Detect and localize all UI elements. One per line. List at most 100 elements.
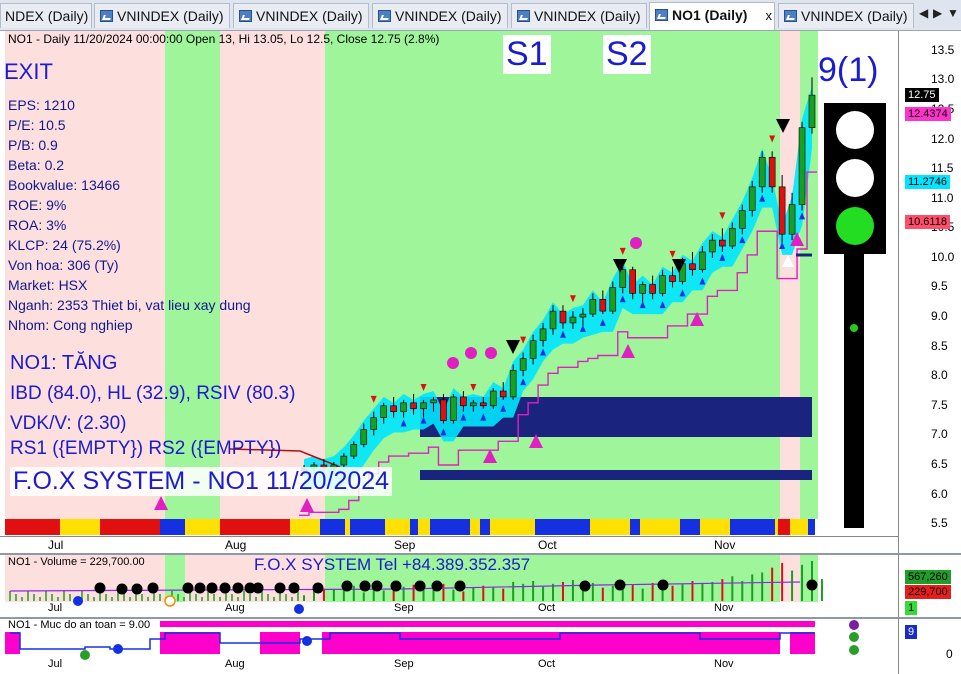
safety-header: NO1 - Muc do an toan = 9.00 [8,619,151,631]
safety-top-band [160,621,815,627]
scroll-right-icon[interactable]: ▶ [933,6,942,20]
candle-body [758,156,766,188]
candle-body [778,186,786,235]
volume-dot [341,580,353,592]
candle-body [470,402,477,407]
candle-body [420,402,427,410]
exit-label: EXIT [4,59,53,84]
support-band-lower [420,470,812,480]
status-strip-segment [790,519,808,535]
status-strip-segment [345,519,350,535]
candle-body [699,251,706,271]
safety-pane[interactable]: NO1 - Muc do an toan = 9.00 9 0 Jul Aug … [0,619,961,674]
price-tick: 9.0 [931,309,948,324]
tab-chart-5[interactable]: VNINDEX (Daily) [511,3,647,28]
price-axis: 13.513.012.512.011.511.010.510.09.59.08.… [898,31,961,553]
volume-dot [116,583,128,595]
candle-body [609,287,617,312]
fundamentals-list: EPS: 1210 P/E: 10.5 P/B: 0.9 Beta: 0.2 B… [8,95,251,335]
price-tick: 5.5 [931,516,948,531]
month-label: Oct [538,538,557,552]
status-strip-segment [410,519,418,535]
volume-pane[interactable]: NO1 - Volume = 229,700.00 F.O.X SYSTEM T… [0,555,961,617]
month-label: Sep [394,602,414,614]
chart-icon [378,10,391,22]
tab-chart-active[interactable]: NO1 (Daily) x [649,2,775,30]
month-label: Nov [714,538,736,552]
tab-label: VNINDEX (Daily) [117,8,224,24]
chart-icon [517,10,530,22]
signal-title: NO1: TĂNG [10,352,118,374]
safety-tag: 9 [905,625,918,639]
volume-header: NO1 - Volume = 229,700.00 [8,556,145,568]
tab-menu-icon[interactable]: ▼ [947,6,959,20]
volume-axis: 567,260 229,700 1 [898,555,961,617]
status-strip-segment [590,519,630,535]
volume-dot [579,580,591,592]
price-tick: 7.0 [931,427,948,442]
candle-body [440,399,447,421]
roa-value: ROA: 3% [8,217,67,233]
safety-legend-dot [849,645,859,655]
candle-body [689,263,696,271]
tab-chart-3[interactable]: VNINDEX (Daily) [233,3,369,28]
tab-chart-1[interactable]: NDEX (Daily) [0,3,92,28]
tab-chart-4[interactable]: VNINDEX (Daily) [372,3,508,28]
chart-icon [784,10,797,22]
traffic-light-bottom [836,207,874,245]
signal-dot [447,357,459,369]
status-strip-segment [775,519,778,535]
price-tick: 11.0 [931,190,954,205]
time-axis: Jul Aug Sep Oct Nov [0,536,898,554]
status-strip-segment [290,519,320,535]
candle-body [489,390,497,407]
volume-dot [147,582,159,594]
safety-legend-dot [849,620,859,630]
close-tab-icon[interactable]: x [766,3,773,28]
candle-body [719,239,726,247]
candle-body [729,227,736,247]
safety-band [160,632,220,654]
month-label: Jul [48,658,63,670]
month-label: Sep [394,538,416,552]
price-tag: 12.4374 [905,106,951,121]
status-strip-segment [808,519,815,535]
bookvalue-value: Bookvalue: 13466 [8,177,121,193]
candle-body [639,284,646,294]
volume-dot [131,583,143,595]
price-tag: 12.75 [905,88,939,103]
volume-tag-last: 229,700 [905,585,951,599]
market-value: Market: HSX [8,277,88,293]
vdk-line: VDK/V: (2.30) [10,413,127,434]
tab-label: VNINDEX (Daily) [395,8,502,24]
candle-body [589,298,597,315]
candle-body [400,402,407,413]
klcp-value: KLCP: 24 (75.2%) [8,237,121,253]
candle-body [479,402,487,407]
price-pane[interactable]: NO1 - Daily 11/20/2024 00:00:00 Open 13,… [0,31,961,554]
price-tick: 10.0 [931,249,955,264]
price-tag: 11.2746 [905,175,950,190]
candle-body [460,396,467,407]
candle-body [629,269,637,294]
nganh-value: Nganh: 2353 Thiet bi, vat lieu xay dung [8,297,251,313]
volume-zone [165,555,185,602]
volume-dot [182,582,194,594]
beta-value: Beta: 0.2 [8,157,65,173]
volume-dot [194,582,206,594]
price-tick: 8.5 [931,338,948,353]
status-strip-segment [700,519,730,535]
status-strip-segment [5,519,60,535]
month-label: Nov [714,658,734,670]
tab-chart-7[interactable]: VNINDEX (Daily) [778,3,914,28]
rs-line: RS1 ({EMPTY}) RS2 ({EMPTY}) [10,438,282,459]
signal-dot [630,237,642,249]
scroll-left-icon[interactable]: ◀ [919,6,928,20]
tab-chart-2[interactable]: VNINDEX (Daily) [94,3,230,28]
status-strip-segment [350,519,385,535]
signal-dot [465,347,477,359]
status-strip-segment [680,519,700,535]
volume-time-axis: Jul Aug Sep Oct Nov [0,602,898,616]
volume-dot [806,579,818,591]
chart-icon [655,9,668,21]
